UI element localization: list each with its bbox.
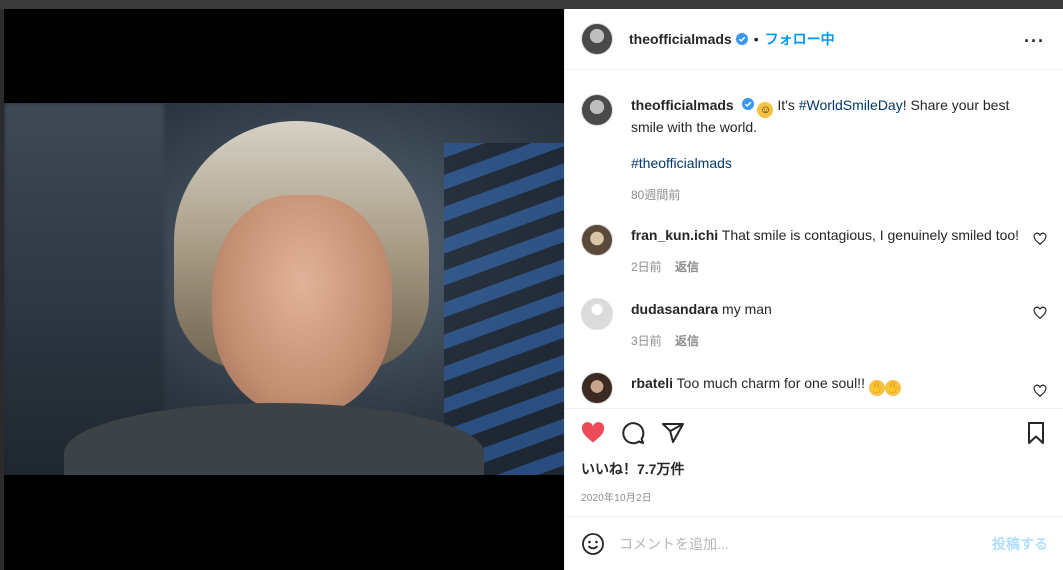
emoji-picker-icon[interactable] bbox=[581, 532, 605, 556]
bookmark-icon[interactable] bbox=[1024, 421, 1048, 445]
comment-meta: 3日前 返信 bbox=[631, 332, 1031, 350]
photo-face bbox=[212, 195, 392, 415]
caption-item: theofficialmads ☺ It's #WorldSmileDay! S… bbox=[581, 84, 1047, 204]
post-date[interactable]: 2020年10月2日 bbox=[581, 489, 1048, 504]
comment-username[interactable]: dudasandara bbox=[631, 301, 718, 317]
comment-username[interactable]: fran_kun.ichi bbox=[631, 227, 718, 243]
comment-timestamp[interactable]: 2日前 bbox=[631, 260, 662, 274]
post-media[interactable] bbox=[4, 9, 564, 570]
caption-hashtag-link[interactable]: #WorldSmileDay bbox=[799, 97, 903, 113]
comment-like-icon[interactable] bbox=[1033, 232, 1047, 246]
comment-body: fran_kun.ichi That smile is contagious, … bbox=[631, 214, 1031, 276]
comment-composer: 投稿する bbox=[565, 516, 1063, 570]
author-username[interactable]: theofficialmads bbox=[629, 31, 732, 47]
post-header: theofficialmads • フォロー中 ··· bbox=[565, 9, 1063, 70]
comment-input[interactable] bbox=[619, 535, 979, 552]
comment-username[interactable]: rbateli bbox=[631, 375, 673, 391]
comment-text: That smile is contagious, I genuinely sm… bbox=[721, 227, 1020, 243]
photo-background-figure bbox=[444, 143, 564, 475]
post-actions: いいね！7.7万件 2020年10月2日 bbox=[565, 408, 1063, 504]
comment-like-icon[interactable] bbox=[1033, 306, 1047, 320]
reply-button[interactable]: 返信 bbox=[675, 260, 699, 274]
commenter-avatar[interactable] bbox=[581, 372, 613, 404]
verified-badge-icon bbox=[741, 98, 754, 110]
post-side-panel: theofficialmads • フォロー中 ··· theofficialm… bbox=[564, 9, 1063, 570]
comment-text: my man bbox=[722, 301, 772, 317]
author-avatar[interactable] bbox=[581, 23, 613, 55]
comment-timestamp[interactable]: 3日前 bbox=[631, 334, 662, 348]
caption-username[interactable]: theofficialmads bbox=[631, 97, 734, 113]
author-avatar[interactable] bbox=[581, 94, 613, 126]
like-heart-icon[interactable] bbox=[581, 421, 605, 445]
comments-list[interactable]: theofficialmads ☺ It's #WorldSmileDay! S… bbox=[565, 70, 1063, 408]
comment-body: rbateli Too much charm for one soul!! ✋ ✋ bbox=[631, 362, 1031, 404]
separator-dot: • bbox=[753, 31, 759, 47]
verified-badge-icon bbox=[735, 33, 748, 45]
more-options-icon[interactable]: ··· bbox=[1024, 31, 1045, 52]
comment-text: Too much charm for one soul!! bbox=[676, 375, 865, 391]
caption-hashtag-link[interactable]: #theofficialmads bbox=[631, 155, 732, 171]
like-count[interactable]: いいね！7.7万件 bbox=[581, 459, 1048, 479]
post-comment-button[interactable]: 投稿する bbox=[992, 534, 1048, 554]
action-icons bbox=[581, 421, 1048, 445]
comment-body: dudasandara my man 3日前 返信 bbox=[631, 288, 1031, 350]
following-button[interactable]: フォロー中 bbox=[765, 29, 835, 49]
post-photo bbox=[4, 103, 564, 475]
caption-body: theofficialmads ☺ It's #WorldSmileDay! S… bbox=[631, 84, 1031, 204]
comment-item: fran_kun.ichi That smile is contagious, … bbox=[581, 214, 1047, 276]
clapping-hands-emoji-icon: ✋ bbox=[868, 380, 885, 396]
comment-icon[interactable] bbox=[621, 421, 645, 445]
grinning-emoji-icon: ☺ bbox=[757, 102, 774, 118]
caption-timestamp[interactable]: 80週間前 bbox=[631, 186, 1031, 204]
commenter-avatar[interactable] bbox=[581, 298, 613, 330]
comment-item: dudasandara my man 3日前 返信 bbox=[581, 288, 1047, 350]
clapping-hands-emoji-icon: ✋ bbox=[884, 380, 901, 396]
reply-button[interactable]: 返信 bbox=[675, 334, 699, 348]
commenter-avatar[interactable] bbox=[581, 224, 613, 256]
comment-like-icon[interactable] bbox=[1033, 384, 1047, 398]
comment-item: rbateli Too much charm for one soul!! ✋ ✋ bbox=[581, 362, 1047, 404]
caption-text: It's bbox=[773, 97, 799, 113]
post-modal: theofficialmads • フォロー中 ··· theofficialm… bbox=[4, 9, 1063, 570]
comment-meta: 2日前 返信 bbox=[631, 258, 1031, 276]
share-icon[interactable] bbox=[661, 421, 685, 445]
